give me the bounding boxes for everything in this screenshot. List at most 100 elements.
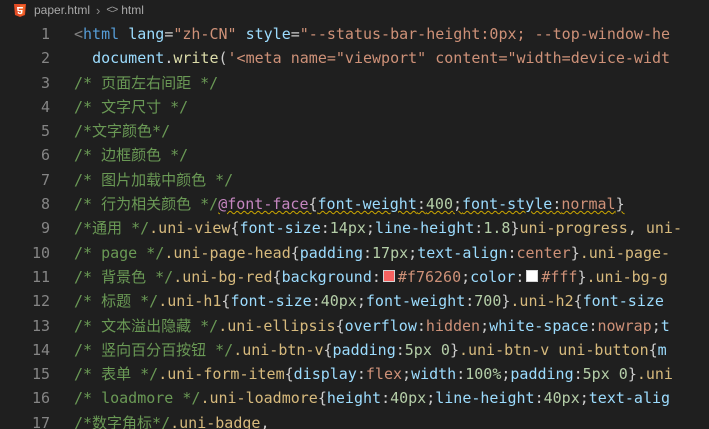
line-number: 5 — [40, 122, 50, 141]
code-line[interactable]: 12/* 标题 */.uni-h1{font-size:40px;font-we… — [0, 289, 709, 313]
code-editor[interactable]: 1 <html lang="zh-CN" style="--status-bar-… — [0, 22, 709, 429]
code-token: uni-progress — [519, 219, 628, 238]
code-token: ; — [365, 219, 375, 238]
code-token: : — [363, 243, 373, 262]
code-text: <html lang="zh-CN" style="--status-bar-h… — [50, 22, 670, 46]
code-token: width — [411, 365, 457, 384]
code-line[interactable]: 16/* loadmore */.uni-loadmore{height:40p… — [0, 386, 709, 410]
code-text: /* 图片加载中颜色 */ — [50, 168, 233, 192]
code-token: 40px — [390, 389, 427, 408]
code-text: /*数字角标*/.uni-badge, — [50, 411, 269, 429]
code-token: /* 边框颜色 */ — [74, 146, 189, 165]
code-token: /* 页面左右间距 */ — [74, 73, 219, 92]
code-token: line-height — [374, 219, 475, 238]
code-token: background — [281, 267, 372, 286]
code-token: 40px — [543, 389, 580, 408]
code-token: 1.8 — [483, 219, 511, 238]
code-line[interactable]: 5 /*文字颜色*/ — [0, 119, 709, 143]
code-token: ( — [218, 49, 228, 68]
code-text: /* 边框颜色 */ — [50, 143, 188, 167]
code-line[interactable]: 14/* 竖向百分百按钮 */.uni-btn-v{padding:5px 0}… — [0, 338, 709, 362]
code-token: height — [326, 389, 382, 408]
code-token: /*通用 */ — [74, 219, 150, 238]
code-line[interactable]: 4 /* 文字尺寸 */ — [0, 95, 709, 119]
code-line[interactable]: 1 <html lang="zh-CN" style="--status-bar-… — [0, 22, 709, 46]
code-token: .uni-btn-v uni-button — [458, 340, 649, 359]
code-token: "--status-bar-height:0px; --top-window-h… — [299, 25, 671, 43]
code-token: : — [515, 267, 525, 286]
code-token: ; — [461, 267, 471, 286]
code-token: , — [627, 219, 646, 238]
code-token: : — [588, 316, 598, 335]
code-token: font-weight — [317, 195, 417, 214]
color-swatch[interactable] — [526, 270, 539, 283]
code-line[interactable]: 6 /* 边框颜色 */ — [0, 143, 709, 167]
code-token: /* 表单 */ — [74, 365, 159, 384]
code-brackets-icon: <> — [106, 4, 118, 16]
code-token: : — [416, 316, 426, 335]
code-token: ; — [408, 243, 418, 262]
code-token: : — [416, 195, 426, 214]
code-text: /* 文字尺寸 */ — [50, 95, 188, 119]
code-token: .uni-view — [149, 219, 231, 238]
code-line[interactable]: 9/*通用 */.uni-view{font-size:14px;line-he… — [0, 216, 709, 240]
code-token: uni- — [645, 219, 682, 238]
code-token: /* 文字尺寸 */ — [74, 97, 189, 116]
code-text: /*通用 */.uni-view{font-size:14px;line-hei… — [50, 216, 682, 240]
code-line[interactable]: 13/* 文本溢出隐藏 */.uni-ellipsis{overflow:hid… — [0, 314, 709, 338]
line-number: 15 — [31, 365, 50, 384]
code-token: text-align — [417, 243, 508, 262]
code-token: /* 背景色 */ — [74, 267, 174, 286]
breadcrumb-file[interactable]: paper.html — [34, 3, 90, 17]
code-token: : — [534, 389, 544, 408]
code-token: 700 — [474, 292, 502, 311]
code-token: #fff — [541, 267, 578, 286]
code-token: padding — [510, 365, 574, 384]
line-number: 6 — [40, 146, 50, 165]
code-token: #f76260 — [397, 267, 462, 286]
breadcrumb: paper.html › <> html — [0, 0, 709, 20]
code-token: write — [173, 49, 219, 68]
code-line[interactable]: 8/* 行为相关颜色 */@font-face{font-weight:400;… — [0, 192, 709, 216]
code-token: '<meta name="viewport" content="width=de… — [227, 49, 671, 68]
code-token: } — [577, 267, 587, 286]
code-token: .uni-h2 — [510, 292, 574, 311]
code-token: 100% — [465, 365, 502, 384]
code-line[interactable]: 15/* 表单 */.uni-form-item{display:flex;wi… — [0, 362, 709, 386]
code-token: { — [648, 340, 658, 359]
code-token: : — [395, 340, 405, 359]
line-number: 3 — [40, 73, 50, 92]
code-token: } — [449, 340, 459, 359]
code-token: html — [83, 25, 120, 43]
code-line[interactable]: 2 document.write('<meta name="viewport" … — [0, 46, 709, 70]
code-token: = — [290, 25, 300, 43]
line-number: 10 — [31, 243, 50, 262]
code-token: ; — [356, 292, 366, 311]
code-token: ; — [480, 316, 490, 335]
code-token: line-height — [435, 389, 535, 408]
code-token: : — [573, 365, 583, 384]
code-text: /* 背景色 */.uni-bg-red{background: #f76260;… — [50, 265, 668, 289]
code-line[interactable]: 11 /* 背景色 */.uni-bg-red{background: #f7626… — [0, 265, 709, 289]
code-text: /* 竖向百分百按钮 */.uni-btn-v{padding:5px 0}.u… — [50, 338, 667, 362]
code-text: /*文字颜色*/ — [50, 119, 170, 143]
code-text: /* 文本溢出隐藏 */.uni-ellipsis{overflow:hidde… — [50, 314, 670, 338]
code-token: t — [660, 316, 670, 335]
code-token: } — [615, 195, 625, 214]
code-line[interactable]: 10/* page */.uni-page-head{padding:17px;… — [0, 241, 709, 265]
code-token: .uni-bg-red — [173, 267, 273, 286]
code-line[interactable]: 17/*数字角标*/.uni-badge, — [0, 411, 709, 429]
code-line[interactable]: 7 /* 图片加载中颜色 */ — [0, 168, 709, 192]
code-token: normal — [561, 195, 616, 214]
code-token: /* 图片加载中颜色 */ — [74, 170, 234, 189]
code-token: 5px 0 — [582, 365, 628, 384]
breadcrumb-symbol[interactable]: html — [121, 3, 144, 17]
code-token: display — [293, 365, 357, 384]
code-token: ; — [402, 365, 412, 384]
line-number: 4 — [40, 97, 50, 116]
code-token: 5px 0 — [404, 340, 450, 359]
color-swatch[interactable] — [382, 270, 395, 283]
code-line[interactable]: 3 /* 页面左右间距 */ — [0, 71, 709, 95]
